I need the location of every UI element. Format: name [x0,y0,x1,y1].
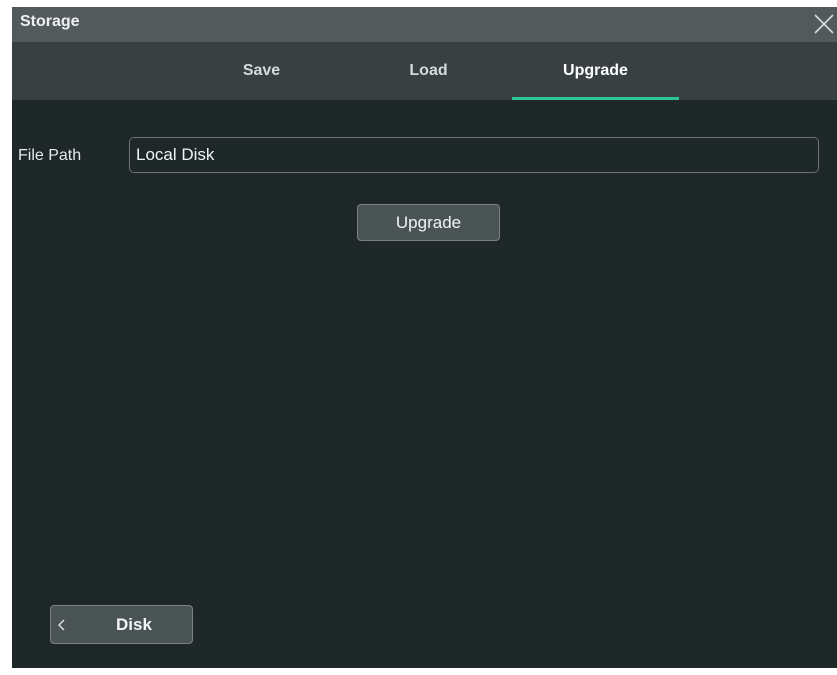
title-bar: Storage [12,7,837,42]
disk-button[interactable]: Disk [50,605,193,644]
tab-bar: Save Load Upgrade [12,42,837,100]
upgrade-button-label: Upgrade [395,213,462,232]
tab-save[interactable]: Save [178,42,345,100]
chevron-left-icon [58,606,70,643]
close-icon [811,11,837,37]
tab-save-label: Save [242,62,281,79]
upgrade-button[interactable]: Upgrade [357,204,500,241]
tab-upgrade-label: Upgrade [563,62,628,79]
file-path-field[interactable]: Local Disk [129,137,819,173]
active-tab-indicator [512,97,679,100]
disk-button-label: Disk [116,615,152,634]
dialog-title: Storage [20,13,80,30]
file-path-label: File Path [18,147,82,164]
close-button[interactable] [811,11,837,37]
tab-load[interactable]: Load [345,42,512,100]
tab-load-label: Load [409,62,448,79]
storage-dialog: Storage Save Load Upgrade File Path Loca… [12,7,837,668]
tab-upgrade[interactable]: Upgrade [512,42,679,100]
